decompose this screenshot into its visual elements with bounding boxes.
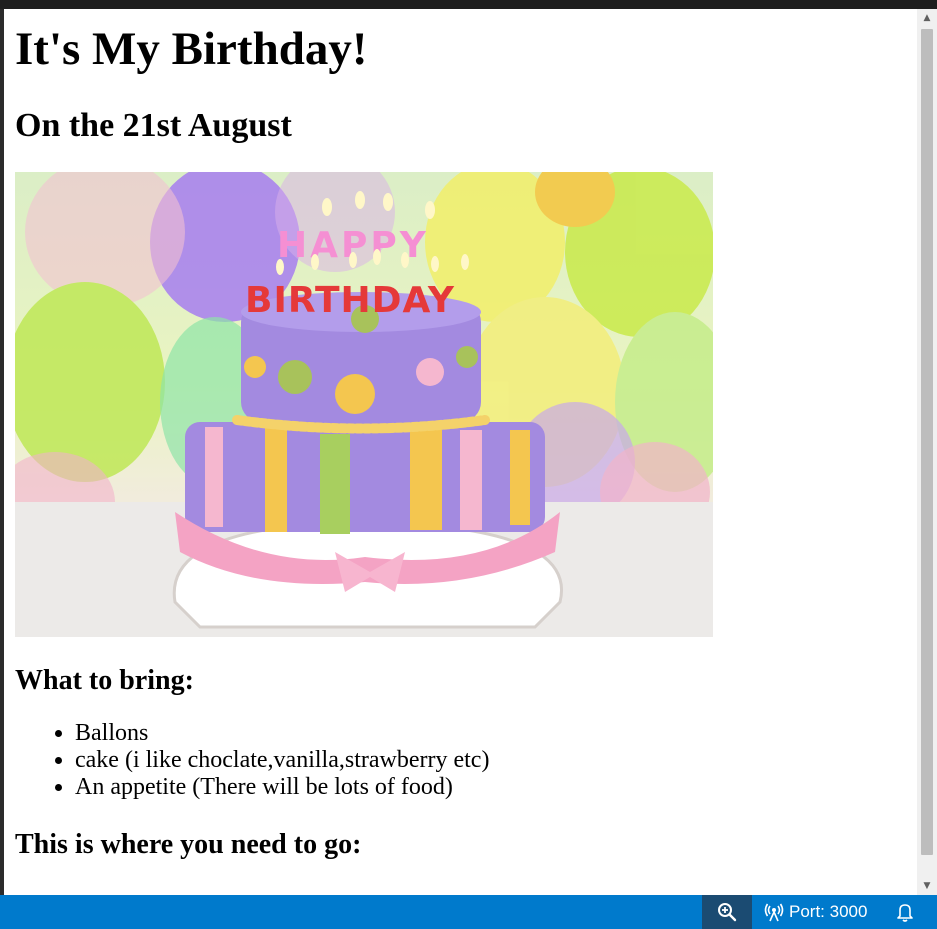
scrollbar-thumb[interactable]	[921, 29, 933, 855]
bring-heading: What to bring:	[15, 665, 194, 696]
page-content: It's My Birthday! On the 21st August HAP…	[4, 9, 917, 862]
bring-list: Ballons cake (i like choclate,vanilla,st…	[15, 720, 917, 801]
port-label: Port: 3000	[789, 902, 868, 921]
location-heading: This is where you need to go:	[15, 829, 362, 860]
bell-icon	[897, 904, 913, 922]
list-item: Ballons	[75, 720, 917, 747]
birthday-cake-illustration: HAPPY BIRTHDAY	[15, 172, 713, 637]
scroll-down-arrow-icon[interactable]: ▼	[917, 877, 937, 895]
candle-letters-bottom: BIRTHDAY	[245, 280, 455, 321]
port-status-button[interactable]: Port: 3000	[764, 895, 867, 929]
list-item: cake (i like choclate,vanilla,strawberry…	[75, 747, 917, 774]
date-heading: On the 21st August	[15, 107, 292, 144]
zoom-in-icon	[718, 903, 737, 922]
window-top-bar	[0, 0, 937, 9]
birthday-cake-image: HAPPY BIRTHDAY	[15, 172, 713, 637]
scroll-up-arrow-icon[interactable]: ▲	[917, 9, 937, 27]
vertical-scrollbar[interactable]: ▲ ▼	[917, 9, 937, 895]
page-title: It's My Birthday!	[15, 23, 368, 75]
broadcast-icon	[764, 903, 784, 922]
browser-preview: It's My Birthday! On the 21st August HAP…	[4, 9, 917, 895]
zoom-button[interactable]	[702, 895, 752, 929]
status-bar: Port: 3000	[0, 895, 937, 929]
cake-bottom-tier	[185, 422, 545, 532]
notifications-button[interactable]	[892, 895, 918, 929]
list-item: An appetite (There will be lots of food)	[75, 774, 917, 801]
